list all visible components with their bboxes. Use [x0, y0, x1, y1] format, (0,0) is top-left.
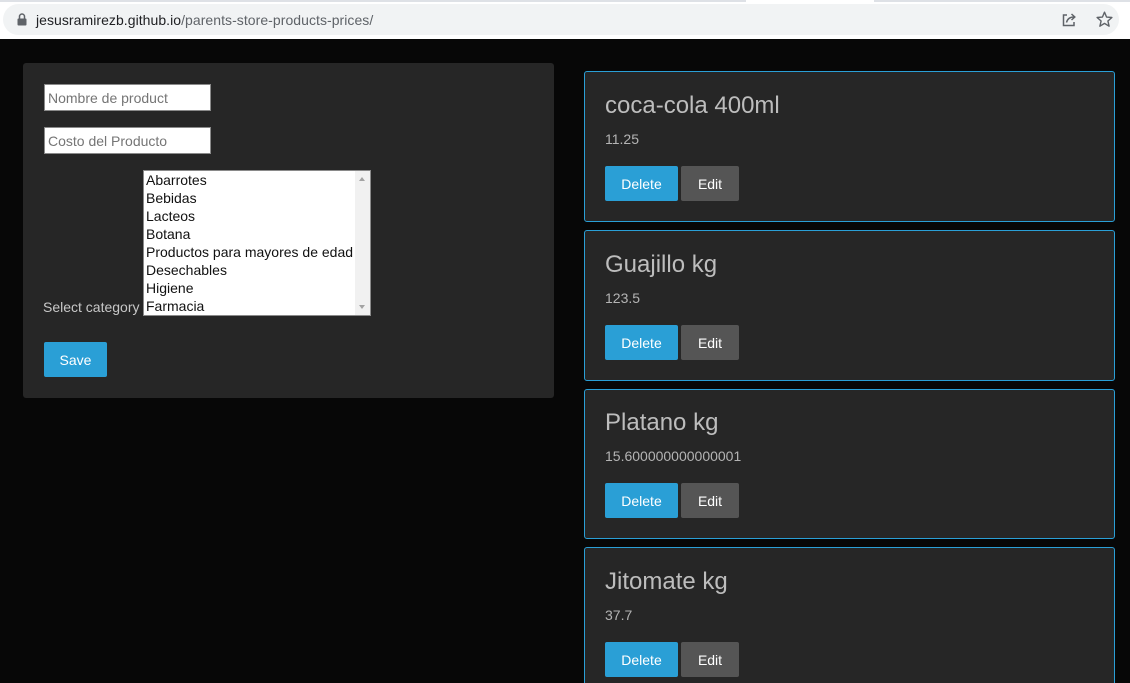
product-name: Jitomate kg [605, 568, 728, 595]
delete-button[interactable]: Delete [605, 166, 678, 201]
product-card: coca-cola 400ml 11.25 Delete Edit [584, 71, 1115, 222]
edit-button[interactable]: Edit [681, 325, 739, 360]
delete-button[interactable]: Delete [605, 325, 678, 360]
active-tab-edge [746, 0, 874, 2]
select-category-label: Select category [43, 299, 140, 315]
product-price: 11.25 [605, 131, 639, 147]
tab-strip [0, 0, 1130, 2]
lock-icon[interactable] [17, 13, 27, 26]
product-form-panel: Select category Abarrotes Bebidas Lacteo… [23, 63, 554, 398]
address-bar[interactable]: jesusramirezb.github.io/parents-store-pr… [3, 4, 1119, 35]
product-name-input[interactable] [44, 84, 211, 111]
category-option[interactable]: Abarrotes [144, 171, 370, 189]
edit-button[interactable]: Edit [681, 483, 739, 518]
category-option[interactable]: Bebidas [144, 189, 370, 207]
share-icon[interactable] [1061, 12, 1077, 28]
browser-toolbar: jesusramirezb.github.io/parents-store-pr… [0, 0, 1130, 39]
scroll-up-icon[interactable] [359, 177, 365, 181]
product-price: 123.5 [605, 290, 641, 306]
product-name: Platano kg [605, 409, 719, 436]
category-select[interactable]: Abarrotes Bebidas Lacteos Botana Product… [143, 170, 371, 316]
category-option[interactable]: Productos para mayores de edad [144, 243, 370, 261]
category-option[interactable]: Lacteos [144, 207, 370, 225]
url-path: /parents-store-products-prices/ [181, 12, 374, 28]
category-option[interactable]: Botana [144, 225, 370, 243]
product-name: coca-cola 400ml [605, 92, 780, 119]
category-option[interactable]: Farmacia [144, 297, 370, 315]
category-option[interactable]: Desechables [144, 261, 370, 279]
product-card: Jitomate kg 37.7 Delete Edit [584, 547, 1115, 683]
product-card: Platano kg 15.600000000000001 Delete Edi… [584, 389, 1115, 539]
url-text[interactable]: jesusramirezb.github.io/parents-store-pr… [36, 12, 373, 28]
save-button[interactable]: Save [44, 342, 107, 377]
url-host: jesusramirezb.github.io [36, 12, 182, 28]
product-price: 37.7 [605, 607, 633, 623]
product-card: Guajillo kg 123.5 Delete Edit [584, 230, 1115, 381]
delete-button[interactable]: Delete [605, 483, 678, 518]
product-cost-input[interactable] [44, 127, 211, 154]
product-name: Guajillo kg [605, 251, 718, 278]
star-icon[interactable] [1096, 11, 1113, 28]
delete-button[interactable]: Delete [605, 642, 678, 677]
category-scrollbar[interactable] [355, 171, 370, 315]
edit-button[interactable]: Edit [681, 166, 739, 201]
edit-button[interactable]: Edit [681, 642, 739, 677]
product-price: 15.600000000000001 [605, 448, 742, 464]
category-option[interactable]: Higiene [144, 279, 370, 297]
scroll-down-icon[interactable] [359, 305, 365, 309]
